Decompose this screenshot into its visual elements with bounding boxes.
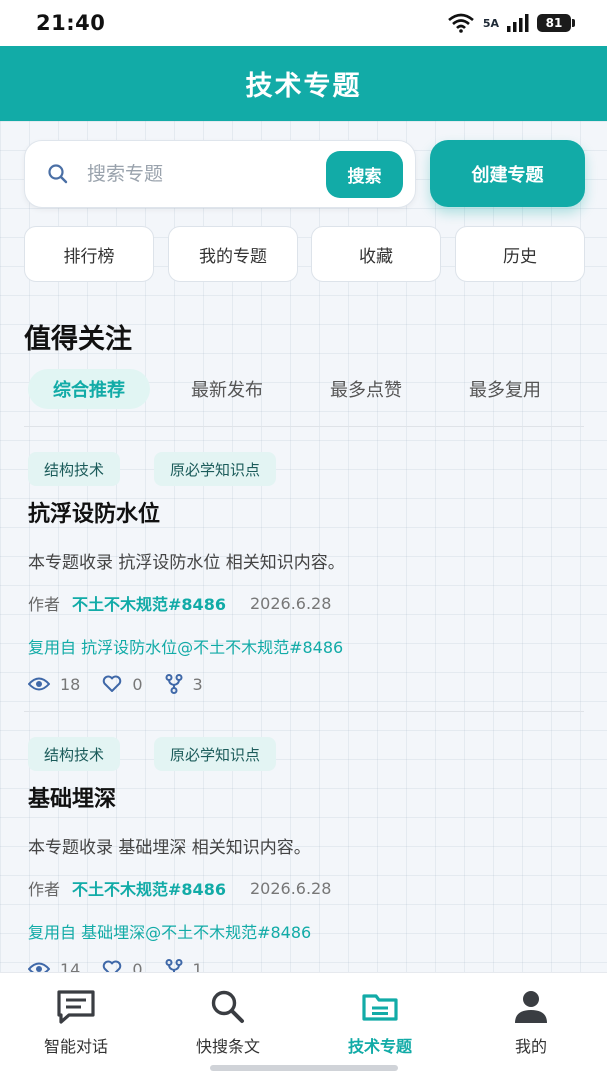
nav-item-quick-search[interactable]: 快搜条文 [152,989,304,1059]
heart-icon [103,675,122,692]
topic-title[interactable]: 抗浮设防水位 [28,496,160,528]
publish-date: 2026.6.28 [249,593,332,613]
divider [24,426,584,427]
tab-most-reused[interactable]: 最多复用 [446,369,564,409]
tab-most-liked[interactable]: 最多点赞 [307,369,425,409]
author-label: 作者 [28,595,61,614]
main-content[interactable]: 搜索 创建专题 排行榜 我的专题 收藏 历史 值得关注 综合推荐 最新发布 最多… [0,121,607,972]
topic-stats: 18 0 3 [28,674,225,694]
battery-level: 81 [545,16,563,30]
nav-item-profile[interactable]: 我的 [455,989,607,1059]
search-icon [48,164,68,184]
favorites-button[interactable]: 收藏 [311,226,441,282]
reuse-source-link[interactable]: 复用自 基础埋深@不土不木规范#8486 [28,919,311,943]
chat-icon [57,990,95,1024]
status-time: 21:40 [36,11,106,35]
topic-card[interactable]: 结构技术 原必学知识点 基础埋深 本专题收录 基础埋深 相关知识内容。 作者 不… [0,737,607,972]
history-button[interactable]: 历史 [455,226,585,282]
tab-latest[interactable]: 最新发布 [168,369,286,409]
views-stat: 14 [28,959,81,973]
nav-item-topics[interactable]: 技术专题 [304,989,456,1059]
home-indicator[interactable] [210,1065,398,1071]
search-row: 搜索 创建专题 [24,140,585,208]
author-link[interactable]: 不土不木规范#8486 [72,876,226,900]
views-count: 14 [60,959,81,973]
likes-stat[interactable]: 0 [102,959,143,973]
reuse-source-link[interactable]: 复用自 抗浮设防水位@不土不木规范#8486 [28,634,343,658]
battery-icon: 81 [537,14,575,32]
sort-tabs: 综合推荐 最新发布 最多点赞 最多复用 [24,369,584,409]
search-box[interactable]: 搜索 [24,140,416,208]
wifi-icon [447,13,474,33]
fork-icon [165,959,183,972]
views-count: 18 [60,674,81,694]
tag: 原必学知识点 [154,452,277,486]
heart-icon [103,960,122,972]
user-icon [515,991,547,1023]
author-link[interactable]: 不土不木规范#8486 [72,591,226,615]
folder-icon [362,994,398,1021]
search-icon [211,990,244,1023]
tag: 结构技术 [28,737,121,771]
search-input[interactable] [87,163,297,185]
create-topic-button[interactable]: 创建专题 [430,140,585,207]
network-type: 5A [482,16,499,30]
my-topics-button[interactable]: 我的专题 [168,226,298,282]
nav-label: 技术专题 [347,1037,412,1056]
tag: 结构技术 [28,452,121,486]
tag: 原必学知识点 [154,737,277,771]
eye-icon [28,962,50,972]
nav-label: 智能对话 [43,1037,108,1056]
nav-label: 我的 [514,1037,547,1056]
nav-label: 快搜条文 [195,1037,260,1056]
status-icons: 5A 81 [447,13,575,33]
signal-icon [507,14,529,32]
topic-card[interactable]: 结构技术 原必学知识点 抗浮设防水位 本专题收录 抗浮设防水位 相关知识内容。 … [0,452,607,712]
forks-count: 1 [192,959,203,973]
forks-count: 3 [192,674,203,694]
page-title: 技术专题 [245,71,362,102]
topic-stats: 14 0 1 [28,959,225,972]
search-button[interactable]: 搜索 [326,151,403,198]
topic-description: 本专题收录 基础埋深 相关知识内容。 [28,838,311,858]
likes-stat[interactable]: 0 [102,674,143,694]
topic-title[interactable]: 基础埋深 [28,781,116,813]
publish-date: 2026.6.28 [249,878,332,898]
likes-count: 0 [132,959,143,973]
status-bar: 21:40 5A 81 [0,0,607,46]
bottom-nav: 智能对话 快搜条文 技术专题 我的 [0,972,607,1080]
forks-stat[interactable]: 3 [165,674,203,694]
topic-description: 本专题收录 抗浮设防水位 相关知识内容。 [28,553,345,573]
eye-icon [28,677,50,691]
section-title: 值得关注 [24,324,132,355]
views-stat: 18 [28,675,80,694]
topic-meta: 作者 不土不木规范#8486 2026.6.28 [28,591,331,615]
forks-stat[interactable]: 1 [165,959,203,972]
app-header: 技术专题 [0,46,607,121]
fork-icon [165,674,183,694]
nav-item-chat[interactable]: 智能对话 [0,989,152,1059]
divider [24,711,584,712]
ranking-button[interactable]: 排行榜 [24,226,154,282]
quick-links: 排行榜 我的专题 收藏 历史 [24,226,585,282]
likes-count: 0 [132,674,143,694]
tab-recommended[interactable]: 综合推荐 [28,369,150,409]
author-label: 作者 [28,880,61,899]
topic-meta: 作者 不土不木规范#8486 2026.6.28 [28,876,331,900]
